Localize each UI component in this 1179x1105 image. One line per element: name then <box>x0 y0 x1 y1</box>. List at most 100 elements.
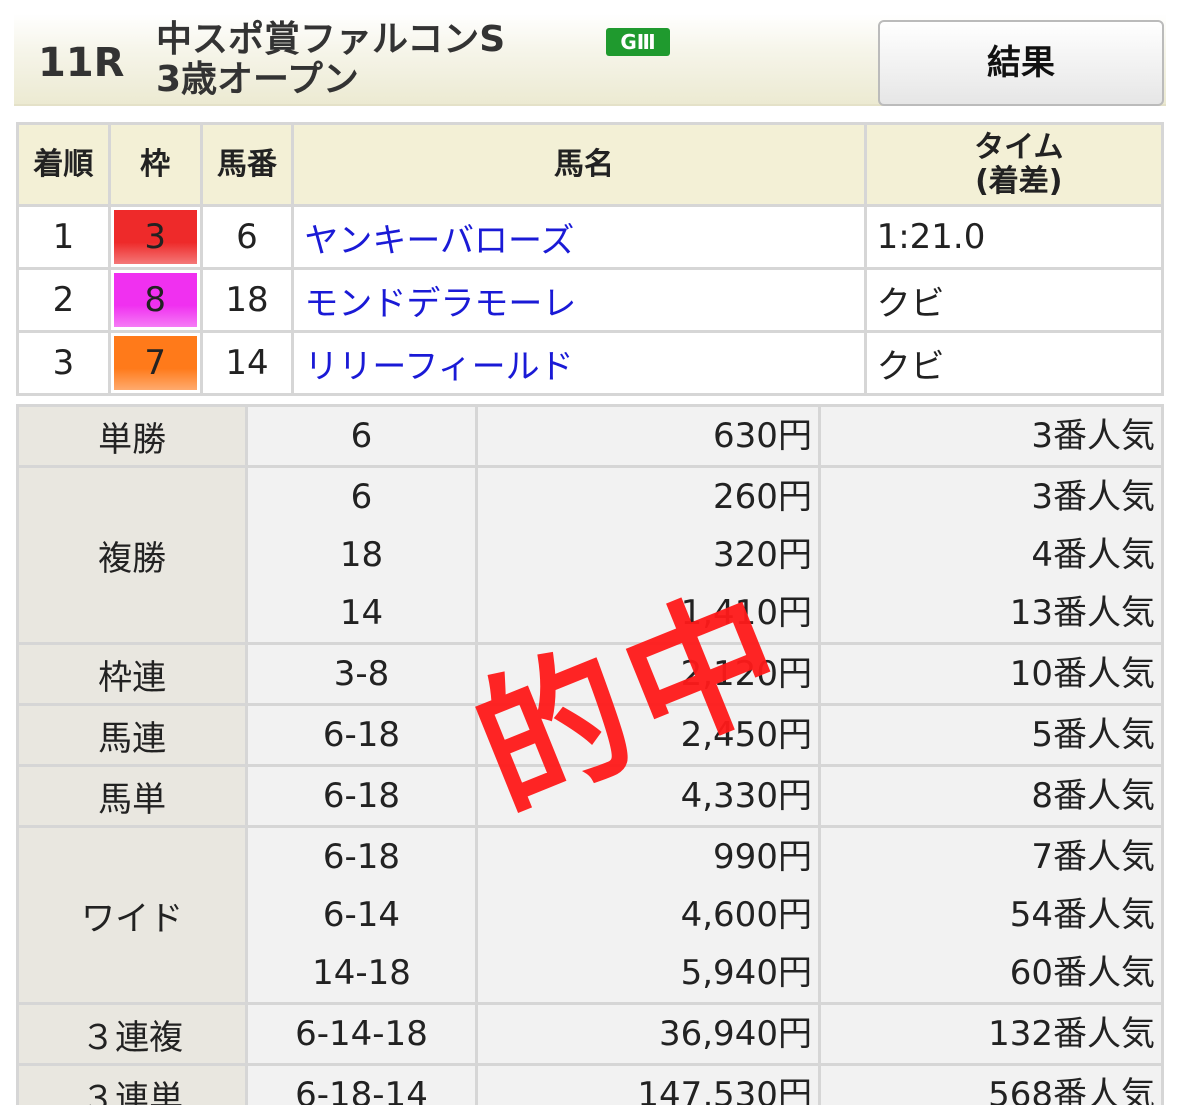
payout-number: 6-18 <box>322 776 401 816</box>
payout-popularity-cell: 10番人気 <box>817 642 1165 706</box>
payout-popularity-cell: 568番人気 <box>817 1063 1165 1105</box>
waku-badge: 3 <box>113 210 197 264</box>
payout-amounts-cell: 990円 4,600円 5,940円 <box>474 825 821 1005</box>
horse-name-link[interactable]: リリーフィールド <box>291 330 867 396</box>
horse-number: 18 <box>199 267 295 333</box>
payout-numbers-cell: 6-18 <box>245 703 478 767</box>
payout-number: 3-8 <box>333 654 390 694</box>
result-row: 3 7 14 リリーフィールド クビ <box>16 330 1165 396</box>
col-name: 馬名 <box>291 122 867 207</box>
payout-amount: 147,530円 <box>637 1075 812 1105</box>
payout-numbers-cell: 6 <box>245 404 478 468</box>
waku-badge: 8 <box>113 273 197 327</box>
payout-amounts-cell: 36,940円 <box>474 1002 821 1066</box>
col-order: 着順 <box>16 122 111 207</box>
payout-popularity: 5番人気 <box>1031 715 1155 755</box>
finish-order: 2 <box>16 267 111 333</box>
bet-type: 単勝 <box>15 404 249 468</box>
payout-amount: 4,600円 <box>680 895 812 935</box>
time-margin: 1:21.0 <box>863 204 1165 270</box>
horse-name-link[interactable]: ヤンキーバローズ <box>291 204 867 270</box>
bet-type: 複勝 <box>15 465 249 645</box>
payout-row: 複勝 6 18 14 260円 320円 1,410円 3番人気 4番人気 13番人気 <box>15 465 1165 645</box>
payout-amount: 2,120円 <box>680 654 812 694</box>
grade-badge: GⅢ <box>606 28 670 56</box>
time-margin: クビ <box>863 330 1165 396</box>
payout-amount: 36,940円 <box>658 1014 812 1054</box>
payout-popularity: 60番人気 <box>1009 953 1155 993</box>
payout-popularity: 8番人気 <box>1031 776 1155 816</box>
result-button[interactable]: 結果 <box>878 20 1164 106</box>
payout-number: 6-18 <box>322 715 401 755</box>
bet-type: ３連複 <box>15 1002 249 1066</box>
horse-number: 14 <box>199 330 295 396</box>
bet-type: ワイド <box>15 825 249 1005</box>
race-class: 3歳オープン <box>156 59 359 100</box>
payout-numbers-cell: 6-18 <box>245 764 478 828</box>
payout-amounts-cell: 630円 <box>474 404 821 468</box>
finish-order: 1 <box>16 204 111 270</box>
payout-row: ワイド 6-18 6-14 14-18 990円 4,600円 5,940円 7番人気 54番人… <box>15 825 1165 1005</box>
payout-amounts-cell: 2,120円 <box>474 642 821 706</box>
payout-amount: 320円 <box>713 535 812 575</box>
payout-popularity-cell: 3番人気 <box>817 404 1165 468</box>
payout-popularity-cell: 8番人気 <box>817 764 1165 828</box>
col-time: タイム (着差) <box>863 122 1165 207</box>
payout-amount: 990円 <box>713 837 812 877</box>
race-number: 11R <box>38 40 125 86</box>
payout-amounts-cell: 4,330円 <box>474 764 821 828</box>
payout-amounts-cell: 147,530円 <box>474 1063 821 1105</box>
payout-popularity-cell: 3番人気 4番人気 13番人気 <box>817 465 1165 645</box>
payout-popularity: 3番人気 <box>1031 416 1155 456</box>
payout-number: 6-14 <box>322 895 401 935</box>
result-row: 2 8 18 モンドデラモーレ クビ <box>16 267 1165 333</box>
horse-name-link[interactable]: モンドデラモーレ <box>291 267 867 333</box>
bet-type: ３連単 <box>15 1063 249 1105</box>
payout-numbers-cell: 6-18 6-14 14-18 <box>245 825 478 1005</box>
payout-numbers-cell: 6-18-14 <box>245 1063 478 1105</box>
waku-cell: 7 <box>107 330 203 396</box>
results-header-row: 着順 枠 馬番 馬名 タイム (着差) <box>16 122 1165 207</box>
payout-popularity: 54番人気 <box>1009 895 1155 935</box>
payout-amount: 2,450円 <box>680 715 812 755</box>
payout-numbers-cell: 6 18 14 <box>245 465 478 645</box>
bet-type: 枠連 <box>15 642 249 706</box>
payout-popularity-cell: 5番人気 <box>817 703 1165 767</box>
result-row: 1 3 6 ヤンキーバローズ 1:21.0 <box>16 204 1165 270</box>
finish-order: 3 <box>16 330 111 396</box>
payout-popularity: 13番人気 <box>1009 593 1155 633</box>
horse-number: 6 <box>199 204 295 270</box>
waku-cell: 8 <box>107 267 203 333</box>
payout-number: 18 <box>339 535 384 575</box>
payout-row: 単勝 6 630円 3番人気 <box>15 404 1165 468</box>
payout-row: 馬単 6-18 4,330円 8番人気 <box>15 764 1165 828</box>
payout-number: 6-18-14 <box>295 1075 428 1105</box>
payout-popularity: 568番人気 <box>988 1075 1155 1105</box>
waku-badge: 7 <box>113 336 197 390</box>
payout-amount: 630円 <box>713 416 812 456</box>
payout-row: 馬連 6-18 2,450円 5番人気 <box>15 703 1165 767</box>
payout-row: ３連複 6-14-18 36,940円 132番人気 <box>15 1002 1165 1066</box>
payout-popularity: 7番人気 <box>1031 837 1155 877</box>
waku-cell: 3 <box>107 204 203 270</box>
col-waku: 枠 <box>107 122 203 207</box>
payout-amount: 260円 <box>713 477 812 517</box>
payout-table: 単勝 6 630円 3番人気 複勝 6 18 14 260円 320円 1,410円 3番人気 4番人気… <box>15 404 1165 1105</box>
payout-popularity: 3番人気 <box>1031 477 1155 517</box>
col-uma: 馬番 <box>199 122 295 207</box>
payout-amounts-cell: 260円 320円 1,410円 <box>474 465 821 645</box>
payout-popularity: 132番人気 <box>988 1014 1155 1054</box>
payout-number: 6-18 <box>322 837 401 877</box>
payout-popularity-cell: 7番人気 54番人気 60番人気 <box>817 825 1165 1005</box>
payout-amounts-cell: 2,450円 <box>474 703 821 767</box>
payout-amount: 1,410円 <box>680 593 812 633</box>
payout-number: 14 <box>339 593 384 633</box>
bet-type: 馬連 <box>15 703 249 767</box>
payout-number: 6 <box>350 416 373 456</box>
payout-row: ３連単 6-18-14 147,530円 568番人気 <box>15 1063 1165 1105</box>
payout-popularity-cell: 132番人気 <box>817 1002 1165 1066</box>
race-name: 中スポ賞ファルコンS <box>156 19 506 60</box>
payout-popularity: 10番人気 <box>1009 654 1155 694</box>
race-title: 中スポ賞ファルコンS 3歳オープン <box>156 20 505 100</box>
payout-amount: 4,330円 <box>680 776 812 816</box>
